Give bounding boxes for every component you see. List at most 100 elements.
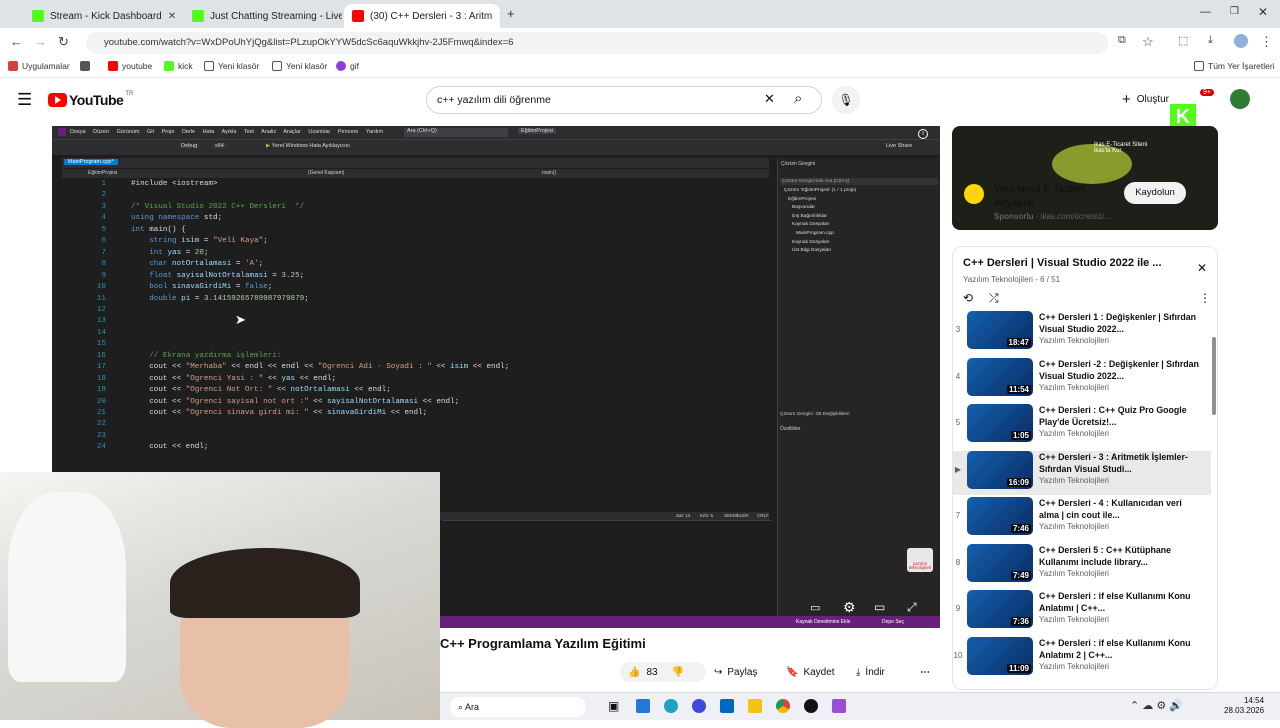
video-thumbnail[interactable]: 16:09 bbox=[967, 450, 1033, 489]
clock[interactable]: 14:54 28.03.2026 bbox=[1224, 696, 1264, 716]
app-icon[interactable] bbox=[692, 699, 706, 713]
playlist-item[interactable]: 3 18:47 C++ Dersleri 1 : Değişkenler | Sıf… bbox=[956, 311, 1209, 355]
visual-studio-icon[interactable] bbox=[832, 699, 846, 713]
tray-icons[interactable]: ⌃ ☁ ⚙ 🔊 bbox=[1130, 699, 1183, 712]
playlist-title[interactable]: C++ Dersleri | Visual Studio 2022 ile ..… bbox=[963, 257, 1183, 269]
like-dislike-buttons[interactable]: 👍 83 👎 bbox=[620, 662, 706, 682]
search-icon[interactable]: ⌕ bbox=[794, 90, 802, 107]
share-button[interactable]: ↪ Paylaş bbox=[714, 662, 757, 682]
code-line: double pi = 3.14159265789987979879; bbox=[149, 294, 309, 303]
profile-avatar[interactable] bbox=[1234, 34, 1248, 48]
solution-tree-item: EğitimProjesi bbox=[788, 196, 816, 202]
chrome-icon[interactable] bbox=[776, 699, 790, 713]
back-icon[interactable]: ← bbox=[10, 34, 23, 49]
thumbs-down-icon[interactable]: 👎 bbox=[672, 667, 684, 678]
code-line: cout << "Ogrenci Yasi : " << yas << endl… bbox=[131, 374, 337, 383]
create-button[interactable]: + Oluştur bbox=[1118, 86, 1178, 112]
tab-kick-live[interactable]: Just Chatting Streaming - Live ✕ bbox=[184, 4, 342, 28]
cast-icon[interactable]: ⧉ bbox=[1118, 34, 1126, 47]
playlist-item[interactable]: 4 11:54 C++ Dersleri -2 : Değişkenler | Sı… bbox=[956, 357, 1209, 402]
edge-icon[interactable] bbox=[664, 699, 678, 713]
close-playlist-icon[interactable]: ✕ bbox=[1197, 261, 1207, 275]
app-icon[interactable] bbox=[804, 699, 818, 713]
playlist-item[interactable]: 10 11:09 C++ Dersleri : if else Kullanımı … bbox=[954, 636, 1209, 681]
taskbar-search[interactable]: ⌕ Ara bbox=[450, 697, 586, 717]
channel-avatar[interactable] bbox=[1230, 89, 1250, 109]
chevron-down-icon[interactable]: ⌄ bbox=[1196, 186, 1204, 197]
bookmark-apps[interactable]: Uygulamalar bbox=[8, 61, 70, 71]
more-actions-icon[interactable]: ⋯ bbox=[920, 662, 930, 682]
bookmark-grid[interactable] bbox=[80, 61, 94, 71]
video-thumbnail[interactable]: 11:09 bbox=[967, 636, 1033, 675]
forward-icon[interactable]: → bbox=[34, 34, 47, 49]
playlist-item[interactable]: 9 7:36 C++ Dersleri : if else Kullanımı Ko… bbox=[956, 590, 1209, 634]
search-input[interactable]: c++ yazılım dili öğrenme bbox=[426, 86, 822, 114]
reload-icon[interactable]: ↻ bbox=[58, 34, 69, 50]
download-button[interactable]: ⤓ İndir bbox=[856, 662, 885, 682]
bookmark-folder-2[interactable]: Yeni klasör bbox=[272, 61, 327, 71]
store-icon[interactable] bbox=[720, 699, 734, 713]
solution-tree-item: Başvurular bbox=[792, 205, 815, 211]
video-duration: 11:09 bbox=[1006, 663, 1031, 673]
tab-youtube[interactable]: (30) C++ Dersleri - 3 : Aritm ✕ bbox=[344, 4, 500, 28]
video-thumbnail[interactable]: 1:05 bbox=[967, 404, 1033, 442]
close-tab-icon[interactable]: ✕ bbox=[492, 11, 500, 22]
file-explorer-icon[interactable] bbox=[748, 699, 762, 713]
youtube-logo[interactable]: YouTube TR bbox=[48, 91, 133, 108]
playlist-scrollbar[interactable] bbox=[1212, 337, 1216, 415]
shuffle-icon[interactable]: ⤮ bbox=[989, 291, 999, 306]
video-duration: 11:54 bbox=[1006, 384, 1031, 394]
close-window-icon[interactable]: ✕ bbox=[1258, 5, 1268, 19]
video-duration: 7:46 bbox=[1010, 524, 1031, 533]
extensions-icon[interactable]: ⬚ bbox=[1178, 34, 1188, 47]
taskview-icon[interactable]: ▣ bbox=[608, 699, 619, 713]
voice-search-icon[interactable]: 🎙 bbox=[832, 86, 860, 114]
info-icon[interactable]: i bbox=[918, 129, 928, 139]
all-bookmarks[interactable]: Tüm Yer İşaretleri bbox=[1194, 61, 1275, 71]
gif-icon bbox=[336, 61, 346, 71]
code-line: int yas = 20; bbox=[149, 248, 209, 257]
theater-mode-icon[interactable]: ▭ bbox=[874, 600, 885, 614]
ad-title[interactable]: Yeni Nesil E Ticaret Altyapısı bbox=[994, 182, 1124, 210]
close-tab-icon[interactable]: ✕ bbox=[162, 11, 176, 22]
playlist-menu-icon[interactable]: ⋮ bbox=[1199, 291, 1211, 305]
playlist-item-title: C++ Dersleri : if else Kullanımı Konu An… bbox=[1039, 591, 1191, 613]
subtitles-icon[interactable]: ▭ bbox=[810, 601, 820, 614]
bookmark-star-icon[interactable]: ☆ bbox=[1142, 34, 1154, 50]
playlist-item[interactable]: 5 1:05 C++ Dersleri : C++ Quiz Pro Google … bbox=[956, 404, 1209, 448]
bookmark-youtube[interactable]: youtube bbox=[108, 61, 152, 71]
playlist-item[interactable]: ▶ 16:09 C++ Dersleri - 3 : Aritmetik İşlem… bbox=[953, 450, 1211, 495]
app-icon[interactable] bbox=[636, 699, 650, 713]
save-button[interactable]: 🔖 Kaydet bbox=[786, 662, 835, 682]
thumbs-up-icon[interactable]: 👍 bbox=[628, 667, 640, 678]
settings-gear-icon[interactable]: ⚙ bbox=[843, 599, 856, 616]
streamer-hair bbox=[170, 548, 360, 618]
video-thumbnail[interactable]: 11:54 bbox=[967, 357, 1033, 396]
loop-icon[interactable]: ⟲ bbox=[963, 291, 973, 305]
new-tab-icon[interactable]: + bbox=[507, 6, 515, 21]
bookmark-kick[interactable]: kick bbox=[164, 61, 193, 71]
tab-kick-dashboard[interactable]: Stream - Kick Dashboard ✕ bbox=[24, 4, 182, 28]
line-number: 22 bbox=[96, 420, 106, 429]
playlist-item[interactable]: 8 7:49 C++ Dersleri 5 : C++ Kütüphane Kull… bbox=[956, 543, 1209, 588]
clear-search-icon[interactable]: ✕ bbox=[764, 91, 775, 107]
minimize-icon[interactable]: — bbox=[1200, 6, 1211, 18]
video-thumbnail[interactable]: 7:46 bbox=[967, 497, 1033, 535]
ad-signup-button[interactable]: Kaydolun bbox=[1124, 182, 1186, 204]
hamburger-menu-icon[interactable]: ☰ bbox=[17, 90, 32, 110]
fullscreen-icon[interactable]: ⤢ bbox=[907, 600, 917, 615]
video-thumbnail[interactable]: 18:47 bbox=[967, 311, 1033, 349]
bookmark-folder-1[interactable]: Yeni klasör bbox=[204, 61, 259, 71]
bookmark-gif[interactable]: gif bbox=[336, 61, 359, 71]
downloads-icon[interactable]: ⤓ bbox=[1208, 34, 1213, 47]
code-line: char notOrtalamasi = 'A'; bbox=[149, 260, 264, 269]
notification-badge[interactable]: 9+ bbox=[1200, 89, 1214, 96]
video-thumbnail[interactable]: 7:49 bbox=[967, 543, 1033, 582]
code-line: // Ekrana yazdırma işlemleri: bbox=[149, 351, 282, 360]
menu-dots-icon[interactable]: ⋮ bbox=[1260, 34, 1273, 50]
video-thumbnail[interactable]: 7:36 bbox=[967, 590, 1033, 628]
url-field[interactable]: youtube.com/watch?v=WxDPoUhYjQg&list=PLz… bbox=[86, 32, 1108, 54]
code-line: string isim = "Veli Kaya"; bbox=[149, 237, 268, 246]
playlist-item[interactable]: 7 7:46 C++ Dersleri - 4 : Kullanıcıdan ver… bbox=[956, 497, 1209, 541]
maximize-icon[interactable]: ❐ bbox=[1230, 6, 1239, 17]
